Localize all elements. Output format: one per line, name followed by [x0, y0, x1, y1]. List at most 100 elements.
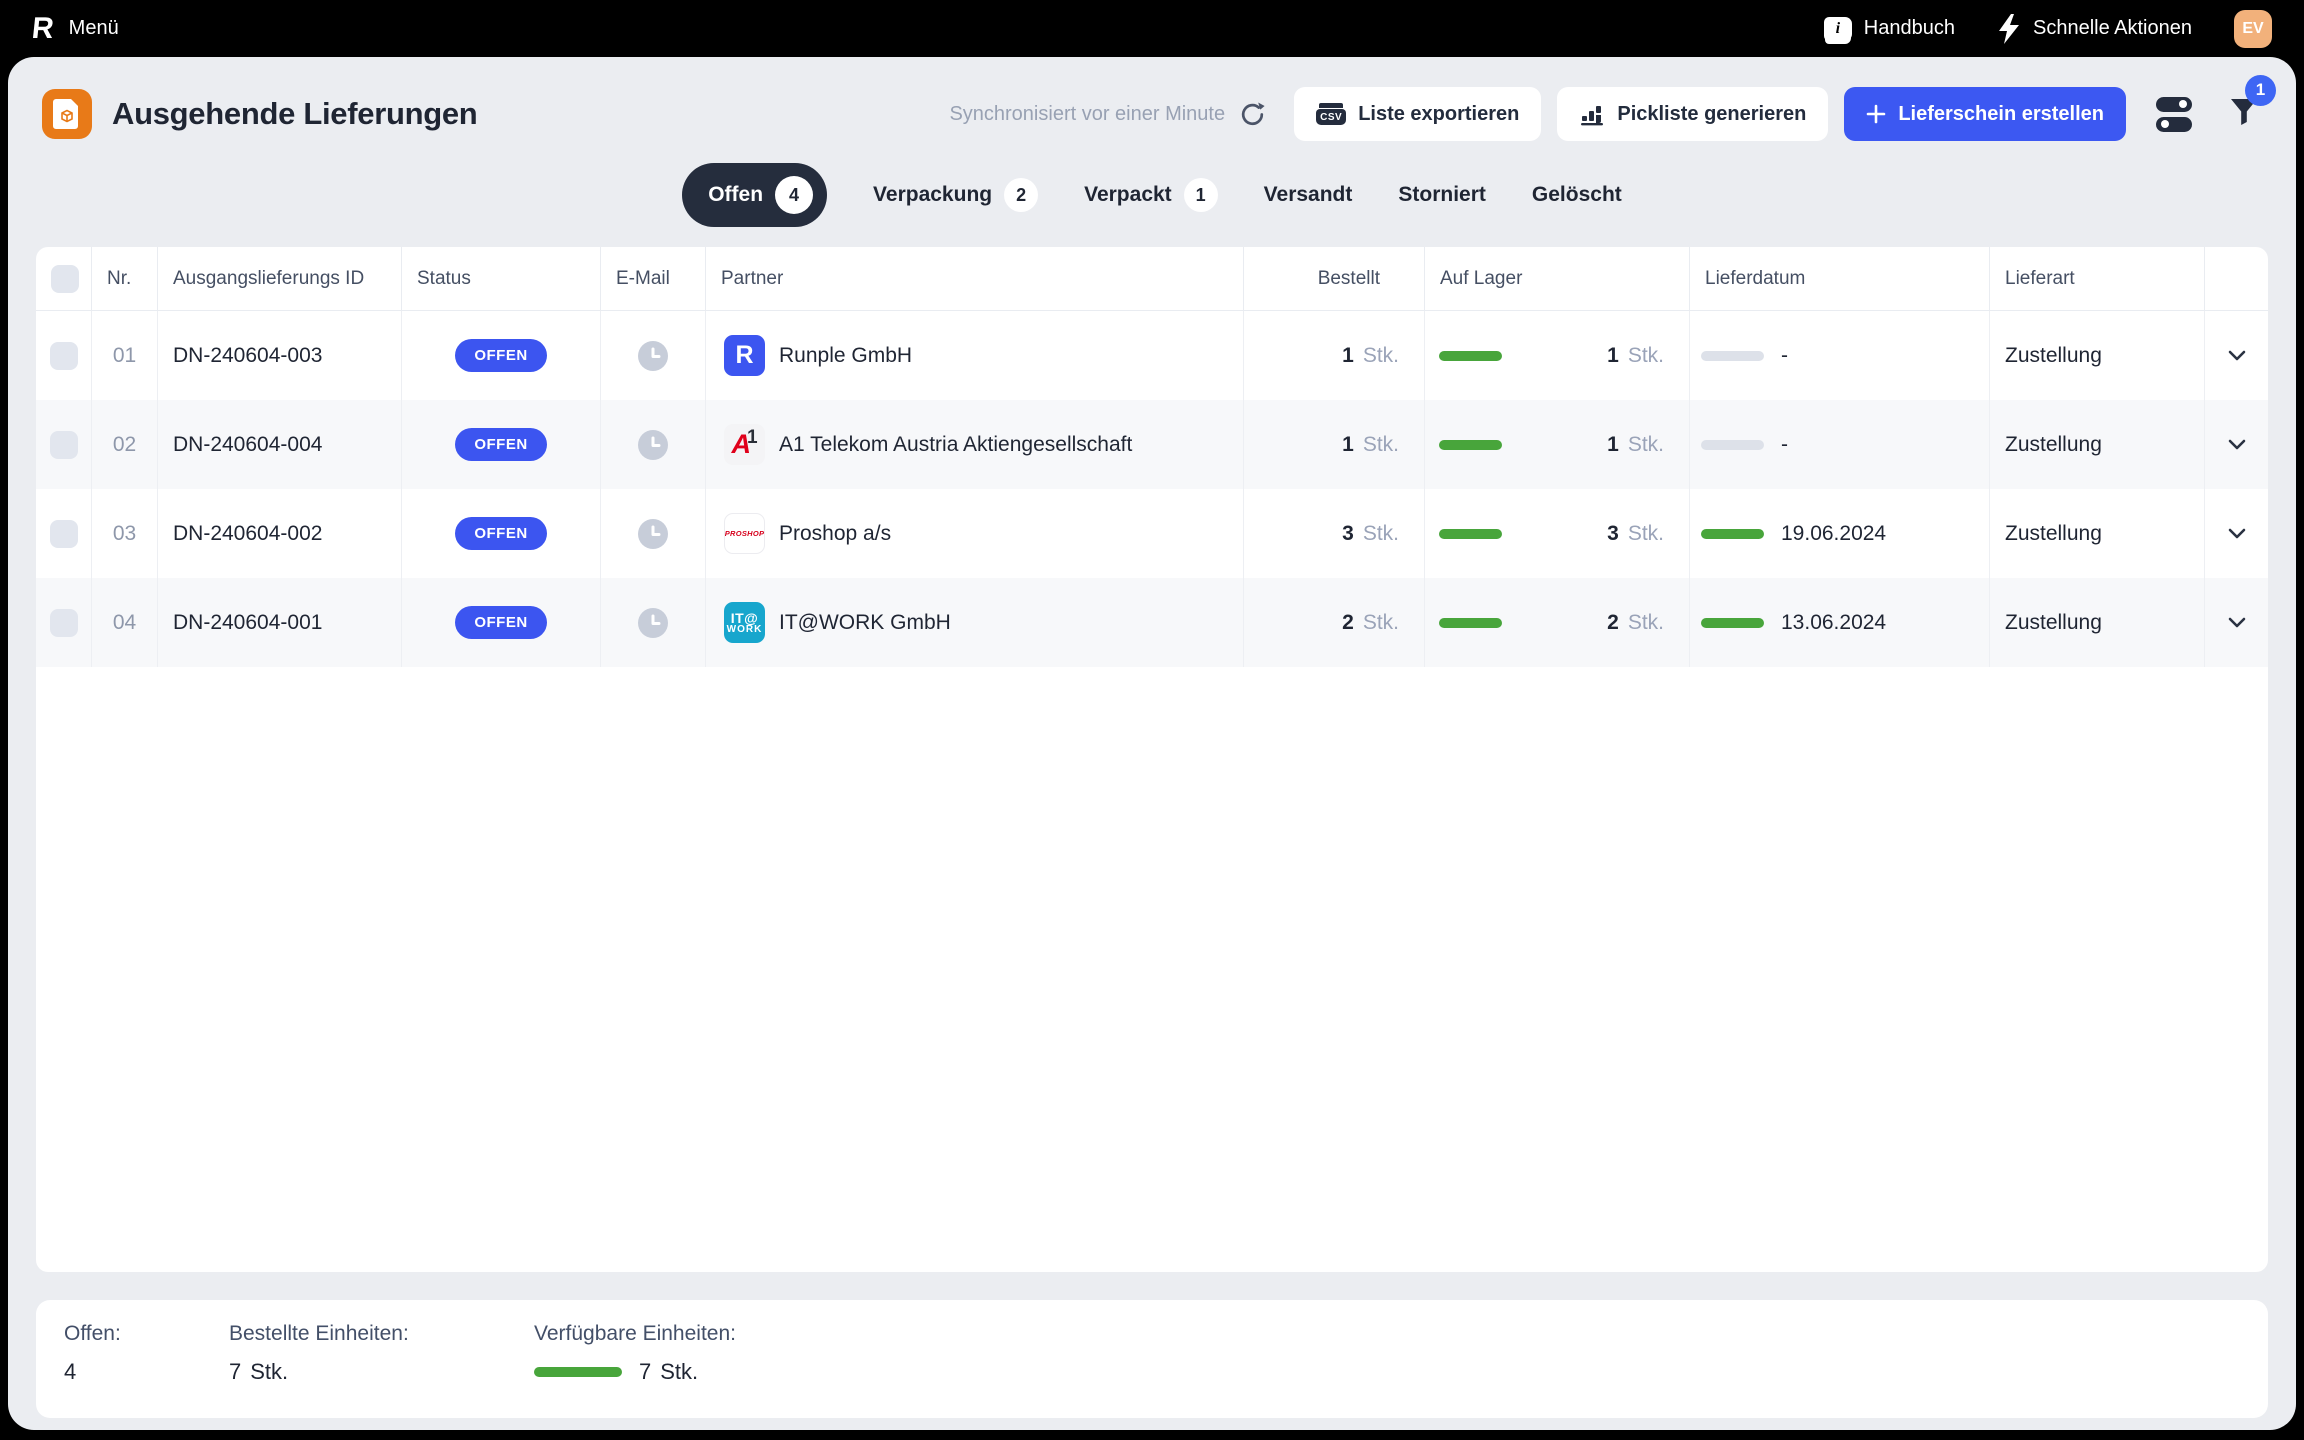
topbar: R Menü i Handbuch Schnelle Aktionen EV: [0, 0, 2304, 57]
date-bar: [1701, 618, 1764, 628]
header-stock: Auf Lager: [1425, 247, 1690, 310]
stock-qty: 3: [1607, 522, 1619, 546]
tab-label: Verpackung: [873, 183, 992, 207]
ordered-unit: Stk.: [1363, 433, 1399, 457]
summary-footer: Offen: 4 Bestellte Einheiten: 7Stk. Verf…: [36, 1300, 2268, 1418]
date-bar: [1701, 440, 1764, 450]
email-pending-clock-icon: [638, 608, 668, 638]
available-units-label: Verfügbare Einheiten:: [534, 1322, 736, 1346]
status-badge: OFFEN: [455, 606, 546, 639]
stock-unit: Stk.: [1628, 433, 1664, 457]
delivery-type: Zustellung: [1990, 400, 2205, 489]
available-units-value: 7: [639, 1359, 651, 1385]
partner-name: Proshop a/s: [779, 522, 891, 546]
plus-icon: [1866, 104, 1886, 124]
ordered-qty: 3: [1342, 522, 1354, 546]
sync-status-text: Synchronisiert vor einer Minute: [949, 103, 1225, 126]
export-list-button[interactable]: CSV Liste exportieren: [1294, 87, 1541, 141]
select-all-checkbox[interactable]: [51, 265, 79, 293]
table-row[interactable]: 01 DN-240604-003 OFFEN R Runple GmbH 1St…: [36, 311, 2268, 400]
open-count-label: Offen:: [64, 1322, 229, 1346]
table-row[interactable]: 04 DN-240604-001 OFFEN IT@WORK IT@WORK G…: [36, 578, 2268, 667]
tab-verpackung[interactable]: Verpackung 2: [873, 178, 1038, 212]
user-avatar[interactable]: EV: [2234, 10, 2272, 48]
ordered-qty: 1: [1342, 344, 1354, 368]
date-bar: [1701, 529, 1764, 539]
stock-bar: [1439, 440, 1502, 450]
handbuch-button[interactable]: i Handbuch: [1824, 17, 1955, 41]
menu-button[interactable]: R Menü: [32, 14, 119, 44]
date-bar: [1701, 351, 1764, 361]
main-panel: Ausgehende Lieferungen Synchronisiert vo…: [8, 57, 2296, 1430]
header-type: Lieferart: [1990, 247, 2205, 310]
email-pending-clock-icon: [638, 341, 668, 371]
expand-row-chevron-icon[interactable]: [2228, 439, 2246, 450]
status-tabs: Offen 4 Verpackung 2 Verpackt 1 Versandt…: [8, 163, 2296, 227]
header-partner: Partner: [706, 247, 1244, 310]
tab-count-badge: 4: [775, 176, 813, 214]
table-row[interactable]: 03 DN-240604-002 OFFEN PROSHOP Proshop a…: [36, 489, 2268, 578]
tab-label: Storniert: [1398, 183, 1486, 207]
delivery-date: -: [1781, 344, 1788, 368]
header-nr: Nr.: [92, 247, 158, 310]
tab-label: Offen: [708, 183, 763, 207]
tab-storniert[interactable]: Storniert: [1398, 183, 1486, 207]
row-number: 04: [113, 611, 136, 635]
status-badge: OFFEN: [455, 517, 546, 550]
ordered-units-value: 7: [229, 1359, 241, 1385]
row-checkbox[interactable]: [50, 342, 78, 370]
ordered-units-label: Bestellte Einheiten:: [229, 1322, 534, 1346]
header-status: Status: [402, 247, 601, 310]
delivery-date: 19.06.2024: [1781, 522, 1886, 546]
create-delivery-note-button[interactable]: Lieferschein erstellen: [1844, 87, 2126, 141]
export-list-label: Liste exportieren: [1358, 103, 1519, 126]
table-settings-button[interactable]: [2154, 97, 2194, 132]
page-header: Ausgehende Lieferungen Synchronisiert vo…: [8, 57, 2296, 141]
header-checkbox-cell: [36, 247, 92, 310]
row-checkbox[interactable]: [50, 520, 78, 548]
table-row[interactable]: 02 DN-240604-004 OFFEN A1 A1 Telekom Aus…: [36, 400, 2268, 489]
tab-offen[interactable]: Offen 4: [682, 163, 827, 227]
filter-button[interactable]: 1: [2228, 97, 2260, 132]
tab-geloescht[interactable]: Gelöscht: [1532, 183, 1622, 207]
refresh-icon[interactable]: [1239, 101, 1266, 128]
status-badge: OFFEN: [455, 428, 546, 461]
generate-picklist-button[interactable]: Pickliste generieren: [1557, 87, 1828, 141]
outgoing-deliveries-icon: [42, 89, 92, 139]
ordered-unit: Stk.: [1363, 522, 1399, 546]
tab-label: Gelöscht: [1532, 183, 1622, 207]
tab-verpackt[interactable]: Verpackt 1: [1084, 178, 1218, 212]
quick-actions-label: Schnelle Aktionen: [2033, 17, 2192, 40]
ordered-qty: 2: [1342, 611, 1354, 635]
expand-row-chevron-icon[interactable]: [2228, 617, 2246, 628]
row-number: 02: [113, 433, 136, 457]
table-header-row: Nr. Ausgangslieferungs ID Status E-Mail …: [36, 247, 2268, 311]
quick-actions-button[interactable]: Schnelle Aktionen: [1997, 14, 2192, 44]
header-email: E-Mail: [601, 247, 706, 310]
status-badge: OFFEN: [455, 339, 546, 372]
generate-picklist-label: Pickliste generieren: [1617, 103, 1806, 126]
partner-logo: PROSHOP: [724, 513, 765, 554]
email-pending-clock-icon: [638, 519, 668, 549]
delivery-id: DN-240604-002: [158, 489, 402, 578]
delivery-id: DN-240604-004: [158, 400, 402, 489]
stock-bar: [1439, 529, 1502, 539]
stock-unit: Stk.: [1628, 522, 1664, 546]
ordered-unit: Stk.: [1363, 344, 1399, 368]
row-number: 01: [113, 344, 136, 368]
stock-unit: Stk.: [1628, 611, 1664, 635]
filter-count-badge: 1: [2245, 75, 2276, 106]
row-checkbox[interactable]: [50, 431, 78, 459]
header-date: Lieferdatum: [1690, 247, 1990, 310]
stock-qty: 2: [1607, 611, 1619, 635]
csv-icon: CSV: [1316, 109, 1346, 125]
ordered-units-unit: Stk.: [250, 1359, 288, 1385]
stock-bar: [1439, 351, 1502, 361]
email-pending-clock-icon: [638, 430, 668, 460]
row-checkbox[interactable]: [50, 609, 78, 637]
toggle-icon: [2156, 117, 2192, 132]
tab-versandt[interactable]: Versandt: [1264, 183, 1353, 207]
expand-row-chevron-icon[interactable]: [2228, 528, 2246, 539]
partner-name: A1 Telekom Austria Aktiengesellschaft: [779, 433, 1132, 457]
expand-row-chevron-icon[interactable]: [2228, 350, 2246, 361]
